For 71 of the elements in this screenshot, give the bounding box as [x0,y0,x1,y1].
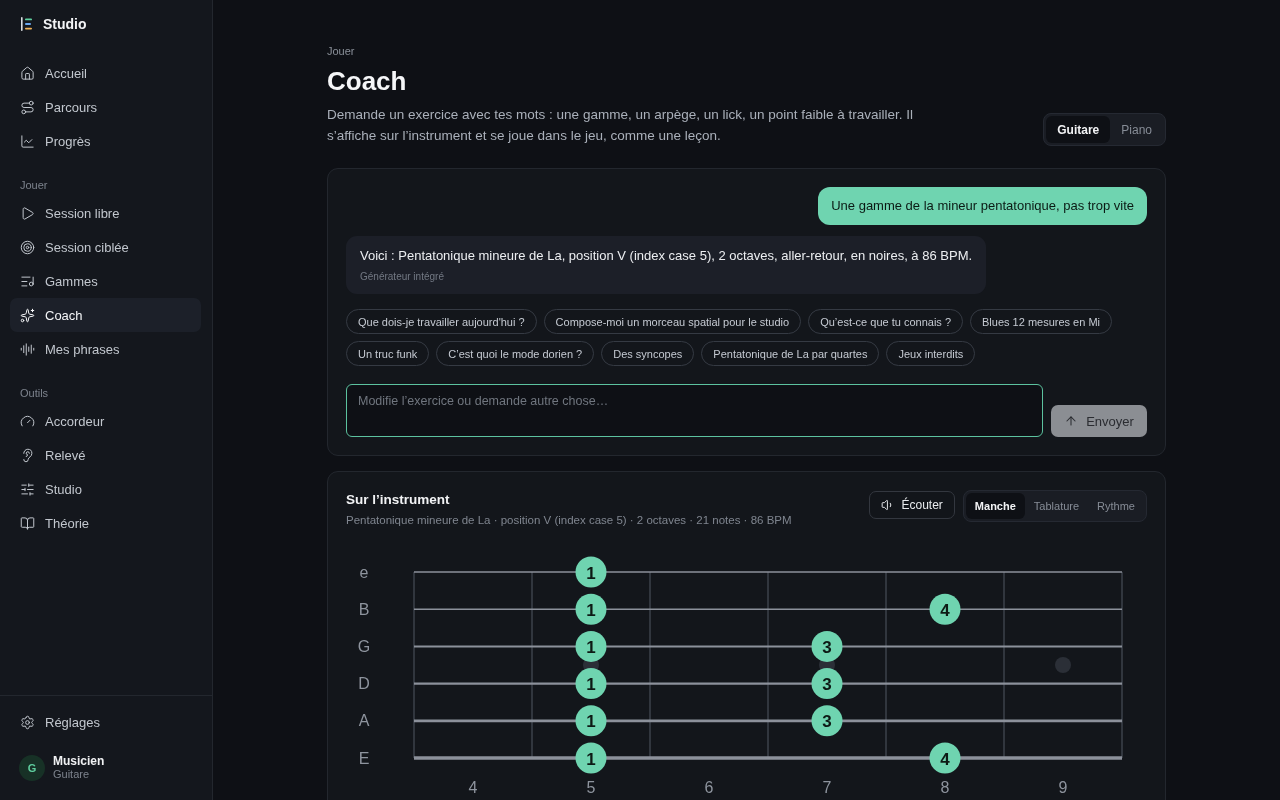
sparkle-icon [20,307,35,323]
fret-note: 1 [575,593,607,625]
nav-item[interactable]: Gammes [10,264,201,298]
message-input[interactable]: Modifie l’exercice ou demande autre chose… [346,384,1043,437]
user-avatar: G [19,754,45,781]
string-label: D [358,675,370,693]
string-label: G [357,637,371,655]
target-icon [20,239,35,255]
fret-number: 7 [822,778,832,796]
view-tab[interactable]: Manche [965,493,1025,519]
page-description: Demande un exercice avec tes mots : une gamme, un arpège, un lick, un point faible à travailler. Il s’affiche sur l’instrument et se joue dans le jeu, comme une leçon. [327,106,915,145]
nav-item[interactable]: Coach [10,298,201,332]
string-label: B [358,600,370,618]
instrument-tab[interactable]: Guitare [1046,116,1111,143]
message-text: Voici : Pentatonique mineure de La, position V (index case 5), 2 octaves, aller-retour, en noires, à 86 BPM. [360,247,973,265]
instrument-tab[interactable]: Piano [1110,116,1163,143]
brand-name: Studio [43,16,87,32]
fret-note: 1 [575,630,607,662]
section-heading: Jouer [20,178,48,193]
user-role: Guitare [53,768,91,781]
page-title: Coach [327,65,407,97]
audio-lines-icon [20,341,35,357]
user-name: Musicien [53,754,105,768]
fret-number: 5 [586,778,596,796]
line-chart-icon [20,133,35,149]
fret-note: 3 [811,668,843,700]
nav-item[interactable]: Session ciblée [10,230,201,264]
listen-button[interactable]: Écouter [868,491,955,519]
fret-note: 1 [575,556,607,588]
nav-item[interactable]: Studio [10,472,201,506]
string-label: e [359,563,369,581]
fret-number: 6 [704,778,714,796]
fret-note: 4 [929,593,961,625]
gauge-icon [20,413,35,429]
fret-number: 9 [1058,778,1068,796]
sliders-icon [20,481,35,497]
book-icon [20,515,35,531]
nav-item[interactable]: Relevé [10,438,201,472]
route-icon [20,99,35,115]
nav-item[interactable]: Accueil [10,56,201,90]
section-heading: Outils [20,386,49,401]
fret-note: 4 [929,742,961,774]
fret-note: 3 [811,705,843,737]
fret-note: 1 [575,668,607,700]
fret-note: 1 [575,705,607,737]
breadcrumb: Jouer [327,44,355,59]
nav-item[interactable]: Session libre [10,196,201,230]
user-message: Une gamme de la mineur pentatonique, pas trop vite [818,187,1147,225]
fret-note: 1 [575,742,607,774]
play-icon [20,205,35,221]
nav-item[interactable]: Parcours [10,90,201,124]
settings-icon [20,714,35,730]
fret-number: 4 [468,778,478,796]
nav-item[interactable]: Réglages [10,705,201,739]
house-icon [20,65,35,81]
nav-item[interactable]: Mes phrases [10,332,201,366]
panel-subtitle: Pentatonique mineure de La · position V (index case 5) · 2 octaves · 21 notes · 86 BPM [346,513,792,528]
message-source: Générateur intégré [360,270,444,284]
panel-title: Sur l’instrument [346,491,450,509]
fret-note: 3 [811,630,843,662]
string-label: A [358,712,370,730]
view-tab[interactable]: Rythme [1088,493,1144,519]
string-label: E [358,749,370,767]
fret-number: 8 [940,778,950,796]
list-music-icon [20,273,35,289]
ear-icon [20,447,35,463]
nav-item[interactable]: Théorie [10,506,201,540]
view-tab[interactable]: Tablature [1024,493,1089,519]
logo-icon [21,17,32,31]
nav-item[interactable]: Accordeur [10,404,201,438]
nav-item[interactable]: Progrès [10,124,201,158]
